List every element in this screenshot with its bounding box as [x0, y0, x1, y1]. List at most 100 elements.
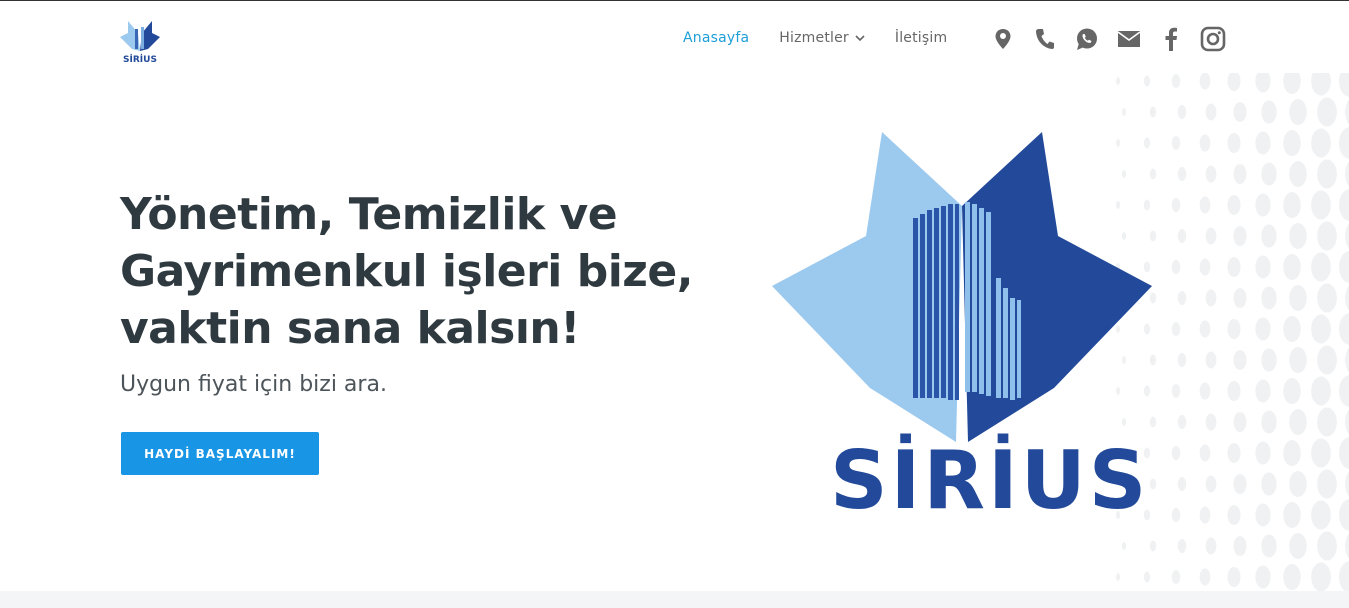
pattern-dot	[1171, 260, 1181, 274]
pattern-dot	[1233, 474, 1247, 494]
pattern-dot	[1261, 472, 1277, 496]
facebook-icon[interactable]	[1158, 25, 1184, 53]
pattern-dot	[1227, 381, 1241, 401]
pattern-dot	[1227, 133, 1241, 153]
pattern-dot	[1171, 446, 1181, 460]
social-links	[990, 25, 1242, 53]
pattern-dot	[1171, 508, 1181, 522]
pattern-dot	[1339, 561, 1349, 591]
pattern-dot	[1171, 136, 1181, 150]
pattern-dot	[1289, 223, 1307, 249]
pattern-dot	[1177, 105, 1187, 119]
pattern-dot	[1177, 229, 1187, 243]
pattern-dot	[1255, 193, 1271, 217]
next-section-band	[0, 591, 1349, 608]
pattern-dot	[1205, 227, 1217, 245]
pattern-dot	[1177, 539, 1187, 553]
pattern-dot	[1205, 537, 1217, 555]
pattern-dot	[1227, 567, 1241, 587]
pattern-dot	[1311, 128, 1331, 158]
pattern-dot	[1339, 127, 1349, 159]
hero-title-line: vaktin sana kalsın!	[120, 303, 580, 354]
pattern-dot	[1317, 97, 1337, 127]
pattern-dot	[1199, 320, 1211, 338]
phone-icon[interactable]	[1032, 25, 1058, 53]
pattern-dot	[1255, 255, 1271, 279]
pattern-dot	[1289, 533, 1307, 559]
hero-title: Yönetim, Temizlik ve Gayrimenkul işleri …	[120, 186, 720, 357]
mail-icon[interactable]	[1116, 25, 1142, 53]
pattern-dot	[1177, 291, 1187, 305]
pattern-dot	[1261, 534, 1277, 558]
nav-item-anasayfa[interactable]: Anasayfa	[683, 30, 749, 46]
pattern-dot	[1261, 286, 1277, 310]
pattern-dot	[1339, 73, 1349, 97]
pattern-dot	[1233, 288, 1247, 308]
instagram-icon[interactable]	[1200, 25, 1226, 53]
site-logo[interactable]: SİRİUS	[120, 21, 160, 65]
pattern-dot	[1199, 568, 1211, 586]
hero-title-line: Yönetim, Temizlik ve	[120, 189, 618, 240]
pattern-dot	[1255, 379, 1271, 403]
pattern-dot	[1345, 285, 1349, 311]
pattern-dot	[1289, 285, 1307, 311]
pattern-dot	[1317, 159, 1337, 189]
pattern-dot	[1289, 347, 1307, 373]
pattern-dot	[1171, 322, 1181, 336]
pattern-dot	[1205, 475, 1217, 493]
whatsapp-icon[interactable]	[1074, 25, 1100, 53]
pattern-dot	[1116, 573, 1120, 581]
pattern-dot	[1283, 130, 1301, 156]
pattern-dot	[1199, 134, 1211, 152]
pattern-dot	[1283, 192, 1301, 218]
pattern-dot	[1345, 99, 1349, 125]
pattern-dot	[1177, 415, 1187, 429]
pattern-dot	[1339, 189, 1349, 221]
pattern-dot	[1143, 571, 1151, 583]
pattern-dot	[1317, 469, 1337, 499]
pattern-dot	[1283, 564, 1301, 590]
pattern-dot	[1227, 443, 1241, 463]
pattern-dot	[1233, 412, 1247, 432]
pattern-dot	[1311, 500, 1331, 530]
pattern-dot	[1339, 251, 1349, 283]
pattern-dot	[1171, 570, 1181, 584]
pattern-dot	[1116, 77, 1120, 85]
pattern-dot	[1227, 195, 1241, 215]
pattern-dot	[1317, 283, 1337, 313]
pattern-dot	[1177, 353, 1187, 367]
pattern-dot	[1205, 103, 1217, 121]
pattern-dot	[1199, 73, 1211, 90]
get-started-button[interactable]: HAYDİ BAŞLAYALIM!	[121, 432, 319, 475]
pattern-dot	[1289, 161, 1307, 187]
nav-item-iletisim[interactable]: İletişim	[895, 30, 947, 46]
pattern-dot	[1233, 536, 1247, 556]
pattern-dot	[1149, 540, 1157, 552]
nav-item-hizmetler[interactable]: Hizmetler	[779, 30, 865, 46]
pattern-dot	[1227, 505, 1241, 525]
pattern-dot	[1199, 506, 1211, 524]
pattern-dot	[1317, 407, 1337, 437]
pattern-dot	[1205, 289, 1217, 307]
hero-subtitle: Uygun fiyat için bizi ara.	[120, 372, 387, 397]
pattern-dot	[1261, 348, 1277, 372]
pattern-dot	[1199, 258, 1211, 276]
pattern-dot	[1283, 378, 1301, 404]
pattern-dot	[1339, 499, 1349, 531]
pattern-dot	[1149, 106, 1157, 118]
pattern-dot	[1205, 351, 1217, 369]
pattern-dot	[1255, 565, 1271, 589]
pattern-dot	[1289, 409, 1307, 435]
pattern-dot	[1255, 503, 1271, 527]
pattern-dot	[1283, 502, 1301, 528]
location-pin-icon[interactable]	[990, 25, 1016, 53]
pattern-dot	[1171, 384, 1181, 398]
pattern-dot	[1283, 254, 1301, 280]
pattern-dot	[1283, 316, 1301, 342]
pattern-dot	[1317, 221, 1337, 251]
pattern-dot	[1317, 345, 1337, 375]
pattern-dot	[1227, 257, 1241, 277]
pattern-dot	[1283, 440, 1301, 466]
nav-item-label: İletişim	[894, 30, 948, 46]
pattern-dot	[1233, 164, 1247, 184]
